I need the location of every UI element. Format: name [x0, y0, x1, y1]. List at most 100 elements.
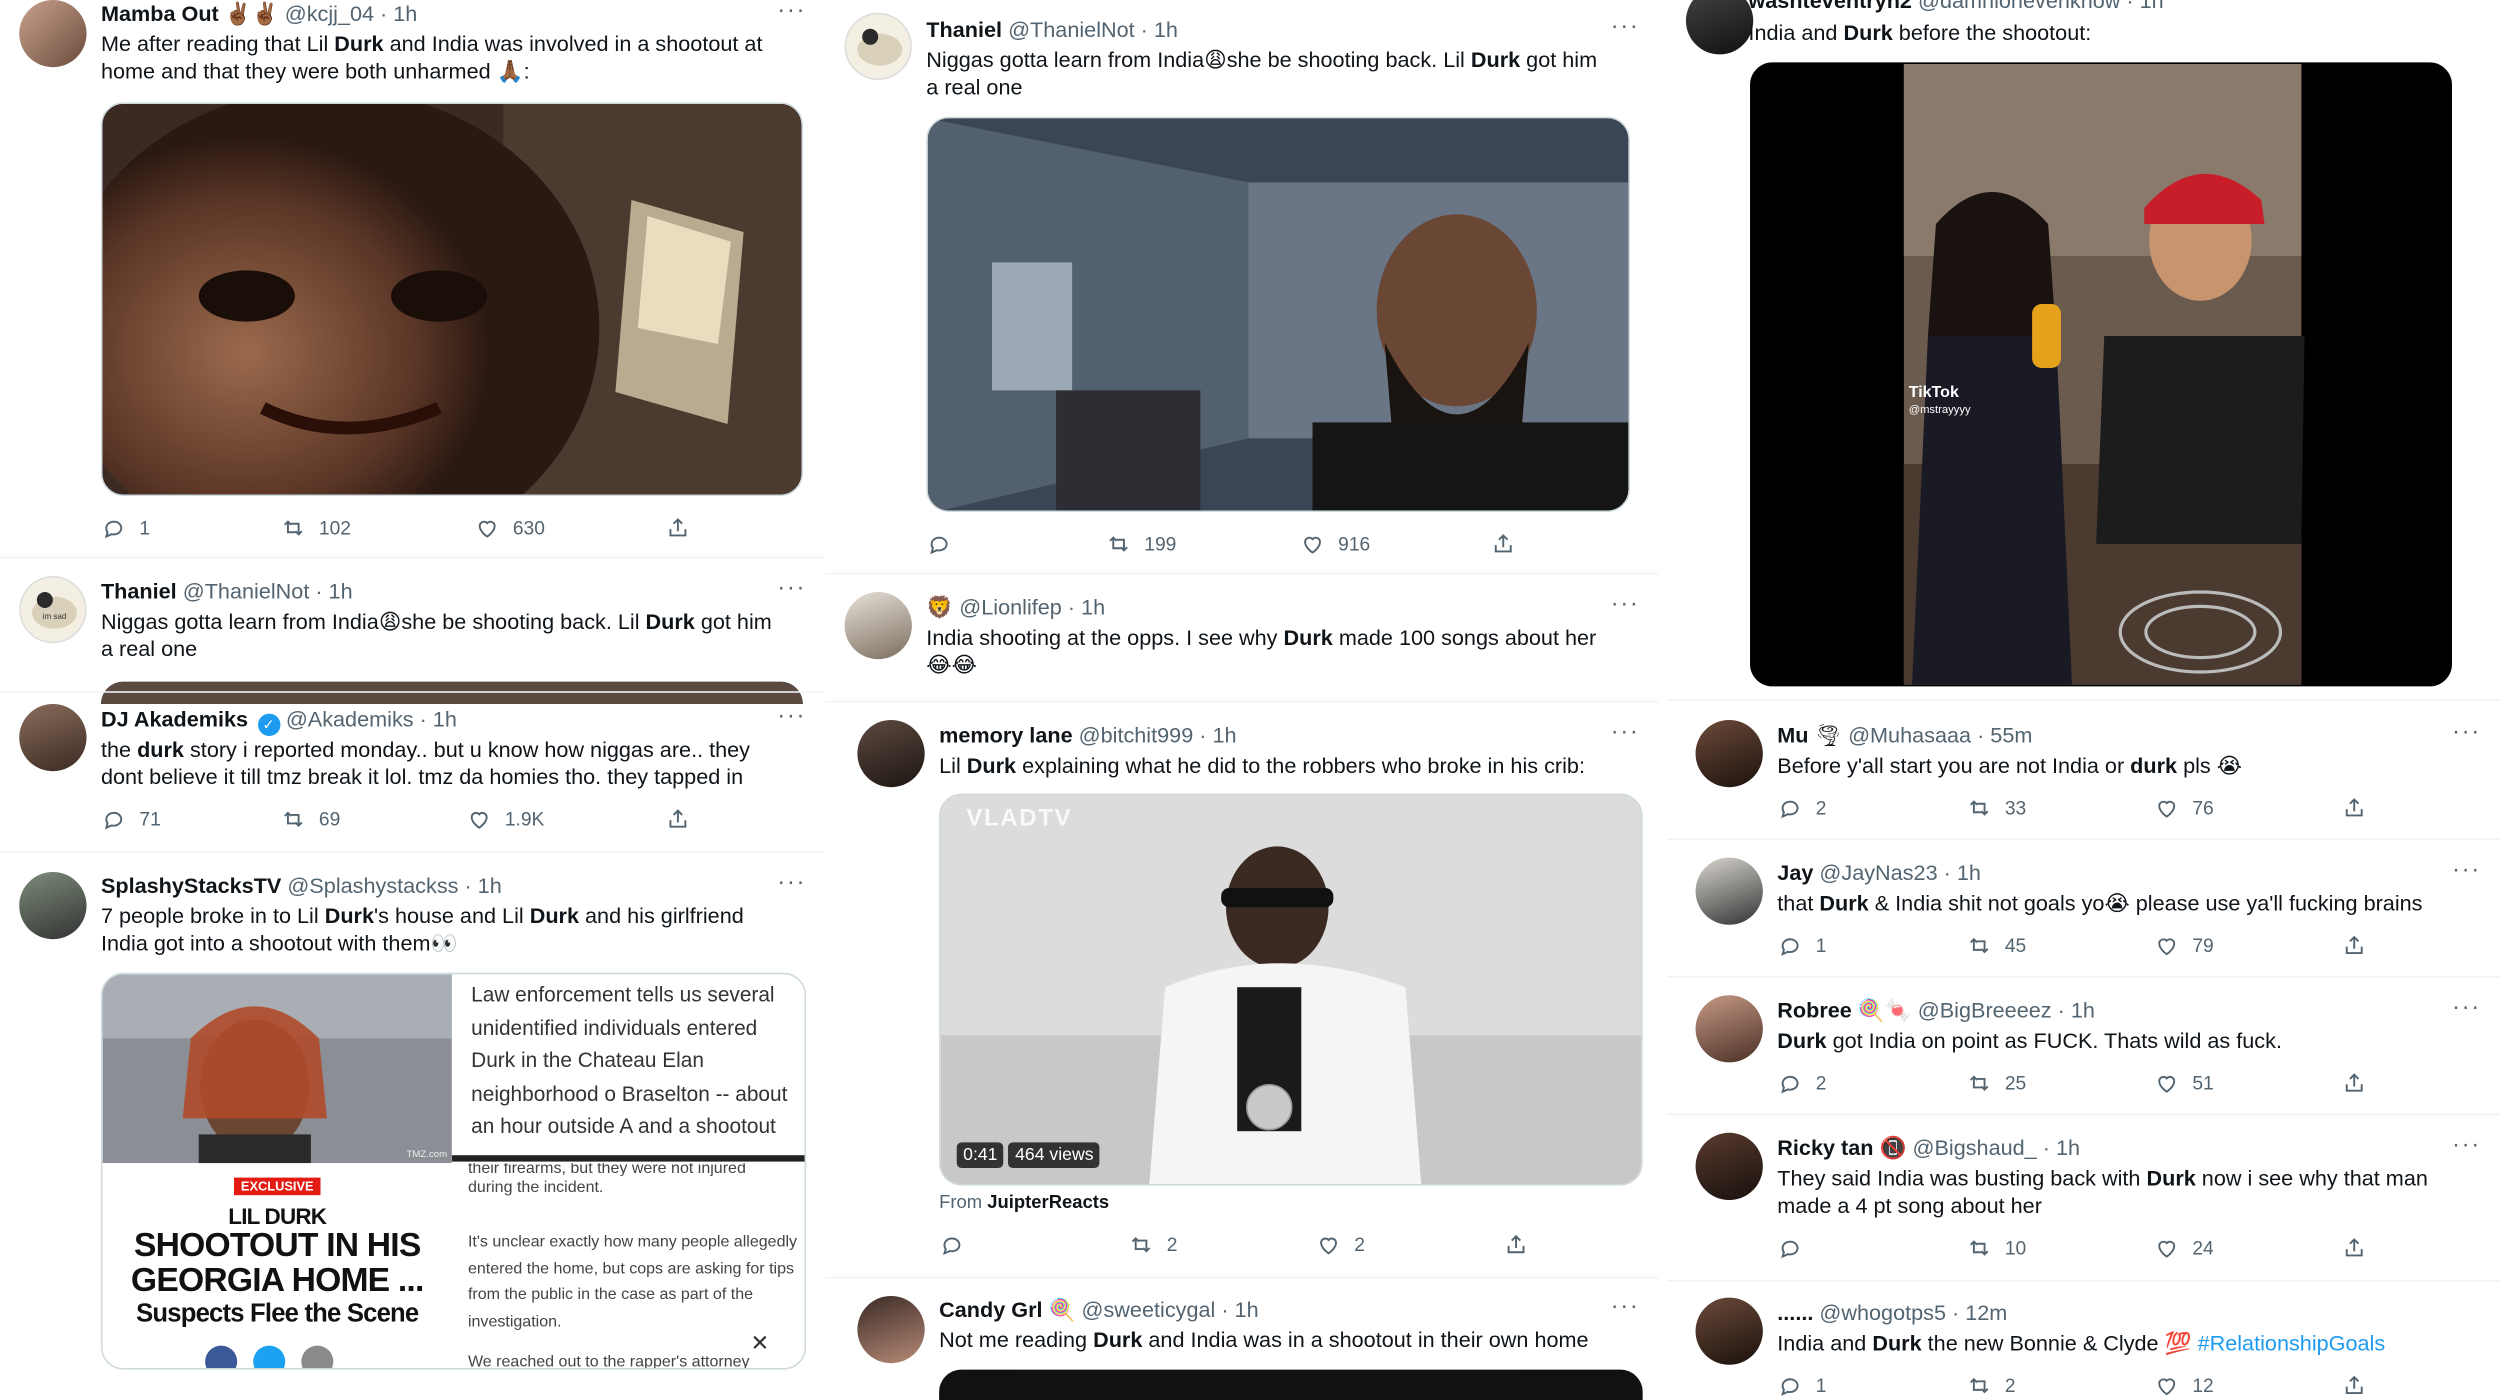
display-name[interactable]: SplashyStacksTV — [101, 874, 281, 898]
display-name[interactable]: DJ Akademiks — [101, 707, 248, 731]
share-button[interactable] — [2341, 795, 2367, 821]
retweet-button[interactable]: 33 — [1966, 795, 2026, 821]
avatar[interactable] — [1695, 1132, 1763, 1200]
avatar[interactable] — [19, 872, 87, 940]
handle-time[interactable]: @ThanielNot · 1h — [1008, 18, 1178, 42]
source-link[interactable]: JuipterReacts — [987, 1194, 1109, 1213]
share-button[interactable] — [665, 806, 691, 832]
tweet[interactable]: Thaniel @ThanielNot · 1h ··· Niggas gott… — [825, 12, 1658, 573]
tweet[interactable]: memory lane @bitchit999 · 1h ··· Lil Dur… — [825, 718, 1658, 1272]
more-icon[interactable]: ··· — [1611, 590, 1640, 617]
handle-time[interactable]: @Bigshaud_ · 1h — [1913, 1136, 2081, 1160]
tweet[interactable]: im sad Thaniel @ThanielNot · 1h ··· Nigg… — [0, 574, 825, 704]
like-button[interactable]: 2 — [1316, 1232, 1365, 1258]
handle-time[interactable]: @Splashystackss · 1h — [287, 874, 501, 898]
display-name[interactable]: Candy Grl — [939, 1298, 1042, 1322]
tweet[interactable]: ...... @whogotps5 · 12m India and Durk t… — [1667, 1297, 2500, 1400]
display-name[interactable]: Jay — [1777, 861, 1813, 885]
share-button[interactable] — [2341, 1235, 2367, 1261]
display-name[interactable]: Thaniel — [926, 18, 1002, 42]
share-button[interactable] — [665, 515, 691, 541]
more-icon[interactable]: ··· — [2452, 718, 2481, 745]
avatar[interactable] — [1695, 995, 1763, 1063]
more-icon[interactable]: ··· — [777, 869, 806, 896]
retweet-button[interactable]: 2 — [1966, 1373, 2016, 1399]
tweet-photo[interactable] — [926, 116, 1630, 513]
reply-button[interactable]: 2 — [1777, 795, 1826, 821]
handle-time[interactable]: @Akademiks · 1h — [286, 707, 457, 731]
retweet-button[interactable]: 102 — [280, 515, 351, 541]
handle-time[interactable]: @BigBreeeez · 1h — [1918, 998, 2095, 1022]
handle-time[interactable]: @JayNas23 · 1h — [1819, 861, 1980, 885]
like-button[interactable]: 12 — [2154, 1373, 2214, 1399]
avatar[interactable] — [19, 0, 87, 68]
tweet[interactable]: Robree 🍭🍬 @BigBreeeez · 1h ··· Durk got … — [1667, 994, 2500, 1115]
more-icon[interactable]: ··· — [2452, 856, 2481, 883]
hashtag-link[interactable]: #RelationshipGoals — [2198, 1331, 2386, 1355]
handle-time[interactable]: @kcjj_04 · 1h — [285, 2, 418, 26]
reply-button[interactable]: 2 — [1777, 1070, 1826, 1096]
like-button[interactable]: 79 — [2154, 933, 2214, 959]
retweet-button[interactable]: 45 — [1966, 933, 2026, 959]
reply-button[interactable] — [939, 1232, 965, 1258]
avatar[interactable] — [844, 12, 912, 80]
close-icon[interactable]: ✕ — [750, 1330, 769, 1357]
tweet[interactable]: Mamba Out ✌🏾✌🏾 @kcjj_04 · 1h ··· Me afte… — [0, 0, 825, 560]
tweet[interactable]: DJ Akademiks ✓ @Akademiks · 1h ··· the d… — [0, 702, 825, 856]
handle-time[interactable]: @Muhasaaa · 55m — [1848, 723, 2032, 747]
handle-time[interactable]: @Lionlifep · 1h — [959, 595, 1105, 619]
handle-time[interactable]: @sweeticygal · 1h — [1082, 1298, 1259, 1322]
avatar[interactable] — [1685, 0, 1754, 55]
handle-time[interactable]: @bitchit999 · 1h — [1079, 723, 1237, 747]
reply-button[interactable]: 71 — [101, 806, 161, 832]
retweet-button[interactable]: 69 — [280, 806, 340, 832]
retweet-button[interactable]: 199 — [1106, 531, 1176, 557]
display-name[interactable]: ...... — [1777, 1301, 1813, 1325]
tweet[interactable]: SplashyStacksTV @Splashystackss · 1h ···… — [0, 869, 825, 1400]
more-icon[interactable]: ··· — [777, 702, 806, 729]
avatar[interactable] — [1695, 720, 1763, 788]
more-icon[interactable]: ··· — [2452, 0, 2481, 11]
like-button[interactable]: 24 — [2154, 1235, 2214, 1261]
like-button[interactable]: 916 — [1300, 531, 1370, 557]
display-name[interactable]: washteventryn2 — [1748, 0, 1912, 13]
like-button[interactable]: 51 — [2154, 1070, 2214, 1096]
more-icon[interactable]: ··· — [2452, 994, 2481, 1021]
retweet-button[interactable]: 2 — [1128, 1232, 1177, 1258]
display-name[interactable]: Robree — [1777, 998, 1852, 1022]
like-button[interactable]: 76 — [2154, 795, 2214, 821]
more-icon[interactable]: ··· — [2452, 1131, 2481, 1158]
share-button[interactable] — [2341, 1373, 2367, 1399]
display-name[interactable]: memory lane — [939, 723, 1072, 747]
handle-time[interactable]: @whogotps5 · 12m — [1819, 1301, 2007, 1325]
like-button[interactable]: 630 — [474, 515, 545, 541]
avatar[interactable] — [857, 720, 925, 788]
avatar[interactable] — [1695, 857, 1763, 925]
display-name[interactable]: Thaniel — [101, 579, 177, 603]
share-button[interactable] — [1503, 1232, 1529, 1258]
more-icon[interactable]: ··· — [1611, 13, 1640, 40]
tweet[interactable]: Ricky tan 📵 @Bigshaud_ · 1h ··· They sai… — [1667, 1131, 2500, 1280]
more-icon[interactable]: ··· — [777, 0, 806, 24]
tweet[interactable]: washteventryn2 @damnlonevenknow · 1h ···… — [1667, 0, 2500, 699]
avatar[interactable] — [1695, 1297, 1763, 1365]
tweet-video[interactable]: TikTok @mstrayyyy — [1750, 62, 2452, 687]
handle-time[interactable]: @damnlonevenknow · 1h — [1918, 0, 2164, 13]
tweet-photo-cropped[interactable] — [939, 1369, 1643, 1400]
retweet-button[interactable]: 10 — [1966, 1235, 2026, 1261]
reply-button[interactable]: 1 — [101, 515, 150, 541]
email-icon[interactable] — [301, 1345, 334, 1368]
tweet[interactable]: Candy Grl 🍭 @sweeticygal · 1h ··· Not me… — [825, 1293, 1658, 1400]
facebook-icon[interactable] — [205, 1345, 238, 1368]
avatar[interactable] — [19, 704, 87, 772]
reply-button[interactable] — [1777, 1235, 1803, 1261]
tweet-video[interactable]: VLADTV 0:41 464 views — [939, 793, 1643, 1186]
twitter-icon[interactable] — [253, 1345, 286, 1368]
handle-time[interactable]: @ThanielNot · 1h — [183, 579, 353, 603]
tweet-article-image[interactable]: TMZ.com EXCLUSIVE LIL DURK SHOOTOUT IN H… — [100, 972, 807, 1370]
retweet-button[interactable]: 25 — [1966, 1070, 2026, 1096]
tweet[interactable]: Mu 🌪 @Muhasaaa · 55m ··· Before y'all st… — [1667, 718, 2500, 840]
more-icon[interactable]: ··· — [1611, 718, 1640, 745]
reply-button[interactable]: 1 — [1777, 933, 1826, 959]
like-button[interactable]: 1.9K — [466, 806, 544, 832]
